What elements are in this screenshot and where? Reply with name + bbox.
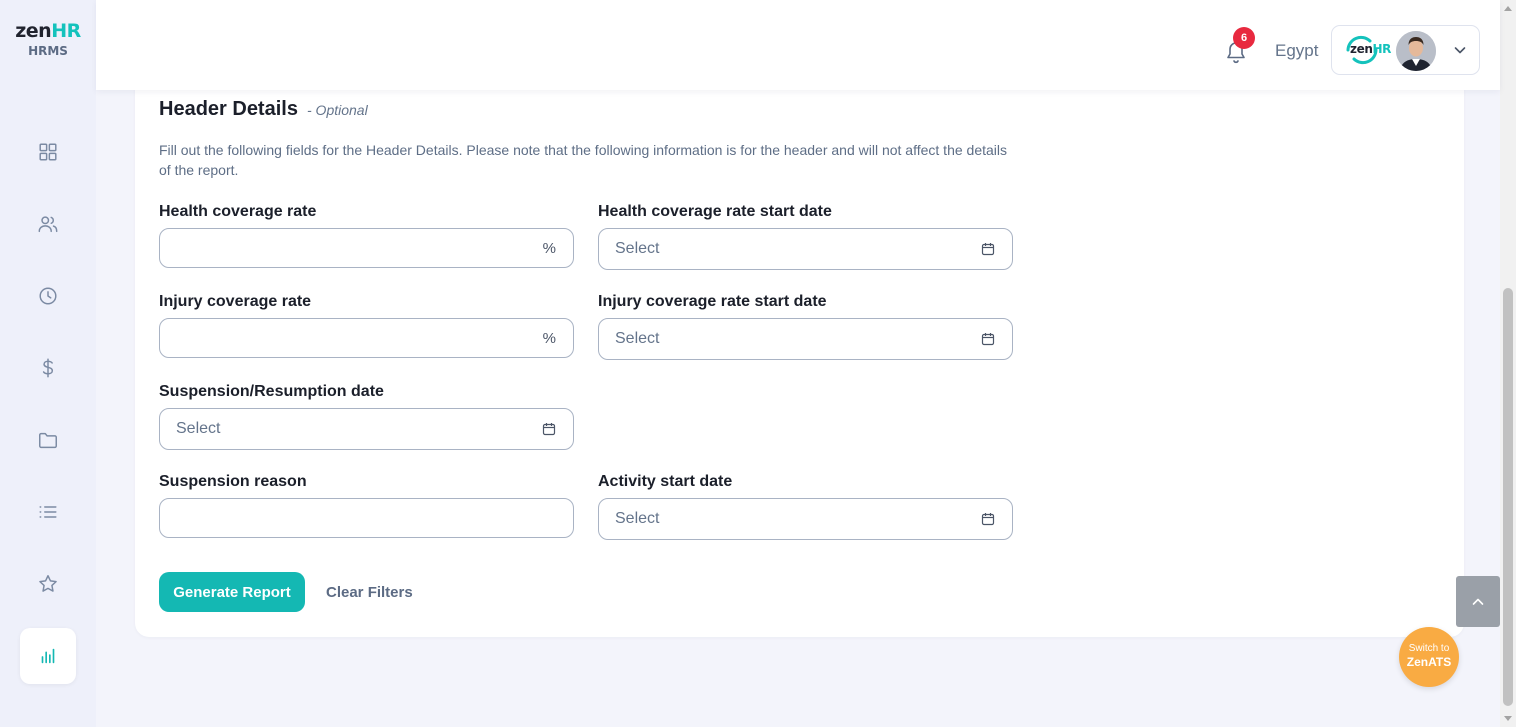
date-placeholder: Select (615, 330, 660, 347)
suspension-resumption-date-picker[interactable]: Select (159, 408, 574, 450)
activity-start-date-label: Activity start date (598, 473, 733, 490)
top-bar: 6 Egypt zenHR (96, 0, 1500, 90)
page-scrollbar[interactable] (1500, 0, 1516, 727)
injury-coverage-rate-label: Injury coverage rate (159, 293, 312, 310)
calendar-icon (981, 513, 995, 526)
percent-suffix: % (542, 330, 556, 347)
logo-subtitle: HRMS (28, 44, 68, 58)
folder-icon (39, 432, 57, 449)
list-icon (39, 506, 57, 518)
chevron-down-icon[interactable] (1453, 43, 1467, 57)
suspension-resumption-date-label: Suspension/Resumption date (159, 383, 384, 400)
company-logo-text: zenHR (1350, 42, 1391, 56)
sidebar-item-documents[interactable] (20, 412, 76, 468)
health-coverage-start-date-picker[interactable]: Select (598, 228, 1013, 270)
avatar[interactable] (1396, 31, 1436, 71)
sidebar: zenHR HRMS (0, 0, 96, 727)
logo-wordmark: zenHR (15, 20, 81, 42)
switch-ats-line2: ZenATS (1406, 655, 1452, 669)
sidebar-item-favorites[interactable] (20, 556, 76, 612)
clock-icon (39, 287, 57, 305)
user-menu[interactable]: zenHR (1331, 25, 1480, 75)
activity-start-date-picker[interactable]: Select (598, 498, 1013, 540)
health-coverage-rate-label: Health coverage rate (159, 203, 317, 220)
generate-report-button[interactable]: Generate Report (159, 572, 305, 612)
health-coverage-start-date-label: Health coverage rate start date (598, 203, 832, 220)
date-placeholder: Select (615, 510, 660, 527)
suspension-reason-input[interactable] (159, 498, 574, 538)
bar-chart-icon (41, 648, 55, 664)
clear-filters-button[interactable]: Clear Filters (326, 584, 413, 601)
switch-ats-line1: Switch to (1408, 643, 1450, 654)
sidebar-item-attendance[interactable] (20, 268, 76, 324)
calendar-icon (981, 243, 995, 256)
sidebar-item-dashboard[interactable] (20, 124, 76, 180)
date-placeholder: Select (176, 420, 221, 437)
optional-tag: - Optional (307, 102, 368, 118)
app-logo[interactable]: zenHR HRMS (0, 20, 96, 58)
calendar-icon (981, 333, 995, 346)
sidebar-item-people[interactable] (20, 196, 76, 252)
health-coverage-rate-input[interactable]: % (159, 228, 574, 268)
people-icon (38, 216, 58, 233)
switch-to-zenats-button[interactable]: Switch to ZenATS (1399, 627, 1459, 687)
scroll-thumb[interactable] (1503, 288, 1513, 706)
chevron-up-icon (1472, 598, 1484, 605)
calendar-icon (542, 423, 556, 436)
scroll-to-top-button[interactable] (1456, 576, 1500, 627)
sidebar-item-reports[interactable] (20, 628, 76, 684)
percent-suffix: % (542, 240, 556, 257)
suspension-reason-label: Suspension reason (159, 473, 307, 490)
section-description: Fill out the following fields for the He… (159, 142, 1007, 178)
injury-coverage-start-date-label: Injury coverage rate start date (598, 293, 827, 310)
scroll-up-arrow[interactable] (1504, 6, 1512, 11)
injury-coverage-rate-input[interactable]: % (159, 318, 574, 358)
sidebar-item-payroll[interactable] (20, 340, 76, 396)
section-title: Header Details (159, 98, 298, 120)
star-icon (39, 575, 57, 592)
injury-coverage-start-date-picker[interactable]: Select (598, 318, 1013, 360)
scroll-down-arrow[interactable] (1504, 716, 1512, 721)
date-placeholder: Select (615, 240, 660, 257)
sidebar-item-tasks[interactable] (20, 484, 76, 540)
dashboard-grid-icon (39, 143, 57, 161)
country-selector[interactable]: Egypt (1275, 41, 1318, 61)
notification-count-badge: 6 (1233, 27, 1255, 49)
dollar-icon (42, 358, 54, 378)
